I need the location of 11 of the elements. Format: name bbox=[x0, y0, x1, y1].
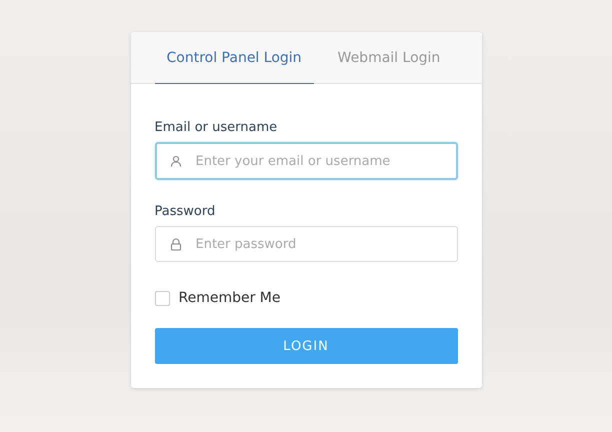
remember-checkbox[interactable] bbox=[154, 290, 170, 306]
field-label: Password bbox=[154, 204, 216, 219]
lock-icon bbox=[170, 238, 182, 251]
login-tab[interactable]: Webmail Login bbox=[326, 32, 452, 84]
field-label: Email or username bbox=[154, 120, 278, 135]
login-tab[interactable]: Control Panel Login bbox=[154, 32, 314, 84]
login-button[interactable]: LOGIN bbox=[154, 328, 458, 364]
password-field[interactable]: Enter password bbox=[154, 226, 458, 262]
user-icon bbox=[170, 155, 182, 167]
username-field[interactable]: Enter your email or username bbox=[154, 142, 458, 180]
remember-label: Remember Me bbox=[178, 290, 280, 306]
